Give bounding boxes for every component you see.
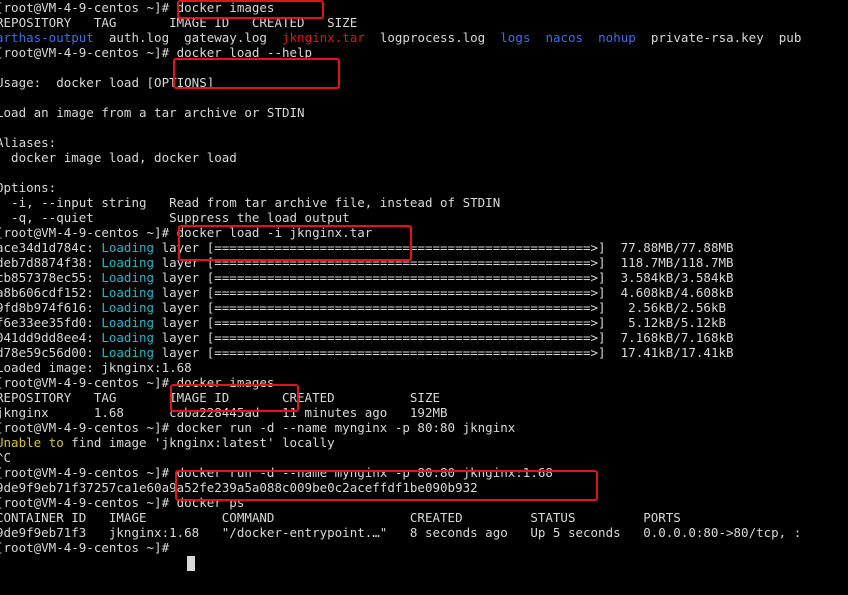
terminal-line: [root@VM-4-9-centos ~]# docker load -i j… [0,225,372,240]
terminal-line: REPOSITORY TAG IMAGE ID CREATED SIZE [0,15,357,30]
terminal-line: Loaded image: jknginx:1.68 [0,360,192,375]
terminal-text-segment: 9fd8b974f616: [0,300,102,315]
terminal-text-segment: nohup [598,30,636,45]
terminal-text-segment: jknginx.tar [282,30,365,45]
terminal-text-segment: REPOSITORY TAG IMAGE ID CREATED SIZE [0,390,441,405]
terminal-line: [root@VM-4-9-centos ~]# docker load --he… [0,45,312,60]
terminal-text-segment: auth.log gateway.log [93,30,282,45]
terminal-line: ace34d1d784c: Loading layer [===========… [0,240,734,255]
terminal-text-segment: to [48,435,64,450]
terminal-text-segment: logprocess.log [364,30,501,45]
terminal-line: docker image load, docker load [0,150,237,165]
terminal-text-segment: layer [=================================… [154,255,734,270]
terminal-text-segment: docker image load, docker load [0,150,237,165]
terminal-line: d78e59c56d00: Loading layer [===========… [0,345,734,360]
terminal-text-segment: [root@VM-4-9-centos ~]# [0,540,177,555]
terminal-text-segment: CONTAINER ID IMAGE COMMAND CREATED STATU… [0,510,681,525]
terminal-line: 041dd9dd8ee4: Loading layer [===========… [0,330,734,345]
terminal-line: 9de9f9eb71f3 jknginx:1.68 "/docker-entry… [0,525,801,540]
terminal-line: ^C [0,450,11,465]
terminal-cursor[interactable] [187,556,195,571]
terminal-text-segment: layer [=================================… [154,240,734,255]
terminal-text-segment: Loading [101,345,155,360]
terminal-line: deb7d8874f38: Loading layer [===========… [0,255,734,270]
terminal-text-segment: REPOSITORY TAG IMAGE ID CREATED SIZE [0,15,358,30]
terminal-text-segment: jknginx 1.68 caba228445ad 11 minutes ago… [0,405,448,420]
terminal-line: [root@VM-4-9-centos ~]# docker ps [0,495,244,510]
terminal-text-segment: [root@VM-4-9-centos ~]# docker run -d --… [0,420,516,435]
terminal-line: 9de9f9eb71f37257ca1e60a9a52fe239a5a088c0… [0,480,478,495]
terminal-text-segment: d78e59c56d00: [0,345,102,360]
terminal-text-segment: Loaded image: jknginx:1.68 [0,360,192,375]
terminal-text-segment: layer [=================================… [154,345,734,360]
terminal-line: [root@VM-4-9-centos ~]# docker images [0,0,274,15]
terminal-line: f6e33ee35fd0: Loading layer [===========… [0,315,726,330]
terminal-text-segment: layer [=================================… [154,285,734,300]
terminal-line: CONTAINER ID IMAGE COMMAND CREATED STATU… [0,510,681,525]
terminal-text-segment: private-rsa.key pub [635,30,802,45]
terminal-text-segment: Aliases: [0,135,57,150]
terminal-text-segment: layer [=================================… [154,330,734,345]
terminal-text-segment: ace34d1d784c: [0,240,102,255]
terminal-window[interactable]: [root@VM-4-9-centos ~]# docker images REP… [0,0,848,595]
terminal-text-segment: 9de9f9eb71f37257ca1e60a9a52fe239a5a088c0… [0,480,478,495]
terminal-line: Unable to find image 'jknginx:latest' lo… [0,435,335,450]
terminal-line: -i, --input string Read from tar archive… [0,195,500,210]
terminal-text-segment: arthas-output [0,30,94,45]
terminal-text-segment: layer [=================================… [154,300,726,315]
terminal-text-segment: Loading [101,330,155,345]
terminal-text-segment: Load an image from a tar archive or STDI… [0,105,305,120]
terminal-text-segment: deb7d8874f38: [0,255,102,270]
terminal-text-segment: 041dd9dd8ee4: [0,330,102,345]
terminal-text-segment: layer [=================================… [154,315,726,330]
terminal-line: Aliases: [0,135,56,150]
terminal-text-segment: Loading [101,270,155,285]
terminal-text-segment: cb857378ec55: [0,270,102,285]
terminal-text-segment: [root@VM-4-9-centos ~]# docker images [0,0,275,15]
terminal-text-segment: -q, --quiet Suppress the load output [0,210,350,225]
terminal-line: cb857378ec55: Loading layer [===========… [0,270,734,285]
terminal-text-segment: Loading [101,240,155,255]
terminal-text-segment: Options: [0,180,57,195]
terminal-text-segment: Usage: docker load [OPTIONS] [0,75,215,90]
terminal-line: [root@VM-4-9-centos ~]# docker run -d --… [0,465,553,480]
terminal-text-segment: [root@VM-4-9-centos ~]# docker images [0,375,275,390]
terminal-text-segment: Loading [101,300,155,315]
terminal-line: arthas-output auth.log gateway.log jkngi… [0,30,801,45]
terminal-text-segment: Loading [101,285,155,300]
terminal-line: [root@VM-4-9-centos ~]# docker images [0,375,274,390]
terminal-text-segment: a8b606cdf152: [0,285,102,300]
terminal-line: [root@VM-4-9-centos ~]# docker run -d --… [0,420,515,435]
terminal-text-segment: -i, --input string Read from tar archive… [0,195,501,210]
terminal-text-segment: Unable [0,435,42,450]
terminal-line: REPOSITORY TAG IMAGE ID CREATED SIZE [0,390,440,405]
terminal-text-segment: ^C [0,450,12,465]
terminal-text-segment: layer [=================================… [154,270,734,285]
terminal-text-segment: logs [500,30,531,45]
terminal-text-segment: f6e33ee35fd0: [0,315,102,330]
terminal-line: -q, --quiet Suppress the load output [0,210,350,225]
terminal-text-segment: find image 'jknginx:latest' locally [63,435,335,450]
terminal-text-segment: Loading [101,315,155,330]
terminal-text-segment: Loading [101,255,155,270]
terminal-line: a8b606cdf152: Loading layer [===========… [0,285,734,300]
terminal-line: jknginx 1.68 caba228445ad 11 minutes ago… [0,405,448,420]
terminal-line: 9fd8b974f616: Loading layer [===========… [0,300,726,315]
terminal-text-segment: 9de9f9eb71f3 jknginx:1.68 "/docker-entry… [0,525,802,540]
terminal-line: Options: [0,180,56,195]
terminal-line: Usage: docker load [OPTIONS] [0,75,214,90]
terminal-text-segment: [root@VM-4-9-centos ~]# docker run -d --… [0,465,553,480]
terminal-line: [root@VM-4-9-centos ~]# [0,540,177,555]
terminal-text-segment: [root@VM-4-9-centos ~]# docker ps [0,495,245,510]
terminal-line: Load an image from a tar archive or STDI… [0,105,305,120]
terminal-text-segment: [root@VM-4-9-centos ~]# docker load --he… [0,45,313,60]
terminal-text-segment: nacos [545,30,584,45]
terminal-text-segment: [root@VM-4-9-centos ~]# docker load -i j… [0,225,373,240]
